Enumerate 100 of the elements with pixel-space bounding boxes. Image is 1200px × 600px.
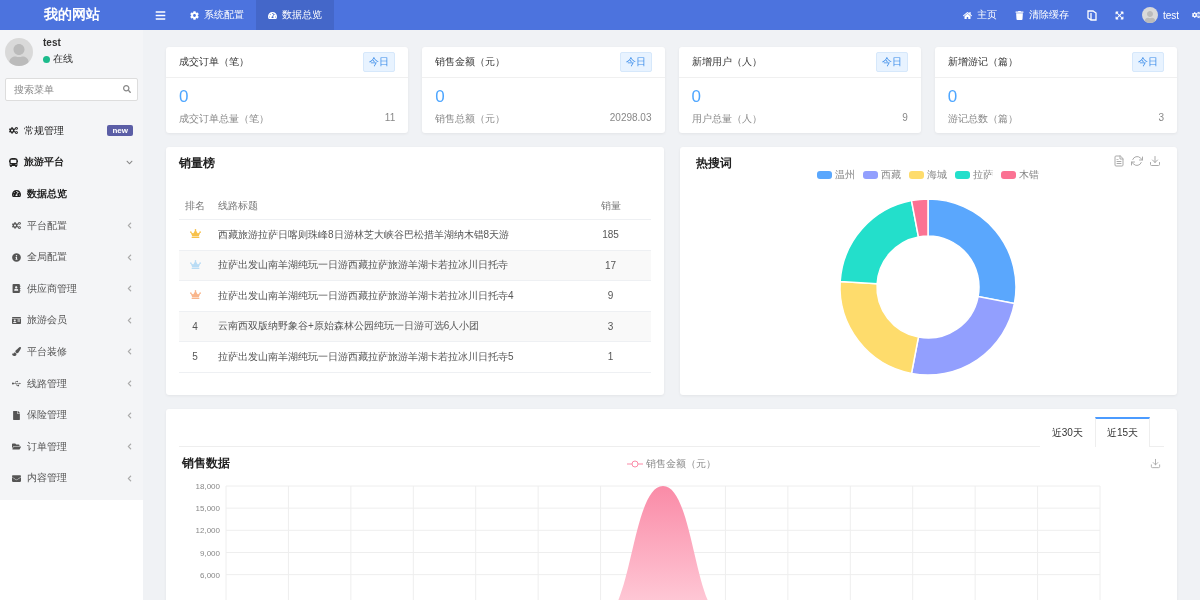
- book-icon: [1086, 9, 1097, 21]
- gears-icon: [9, 126, 18, 136]
- legend-item[interactable]: 温州: [817, 168, 856, 182]
- menu-icon: [155, 9, 166, 21]
- stat-value: 0: [178, 86, 190, 107]
- settings-icon: [1192, 10, 1200, 20]
- header-link[interactable]: 主页: [953, 0, 1006, 30]
- submenu-item[interactable]: 线路管理: [0, 367, 143, 400]
- total-label: 销售总额（元）: [435, 112, 506, 126]
- card-title: 热搜词: [695, 155, 732, 172]
- menu-item[interactable]: 旅游平台: [0, 146, 143, 179]
- legend-item[interactable]: 拉萨: [955, 168, 994, 182]
- y-axis-label: 18,000: [195, 482, 220, 491]
- table-cell-text: 17: [603, 259, 618, 271]
- table-cell-text: 3: [606, 320, 615, 332]
- new-badge: new: [107, 125, 133, 137]
- table-cell-text: 拉萨出发山南羊湖纯玩一日游西藏拉萨旅游羊湖卡若拉冰川日托寺: [217, 258, 509, 273]
- y-axis-label: 15,000: [195, 504, 220, 514]
- chevron-left-icon: [126, 443, 133, 451]
- address-book-icon: [12, 284, 21, 294]
- stat-value: 0: [690, 86, 702, 107]
- download-icon[interactable]: [1150, 458, 1161, 469]
- chevron-down-icon: [126, 158, 133, 166]
- total-label: 成交订单总量（笔）: [179, 112, 269, 126]
- column-header: 销量: [599, 198, 622, 213]
- avatar-icon: [5, 37, 33, 66]
- download-icon[interactable]: [1149, 155, 1161, 167]
- legend-marker-icon: [627, 459, 643, 468]
- refresh-icon[interactable]: [1131, 155, 1143, 167]
- chevron-left-icon: [126, 380, 133, 388]
- gauge-icon: [12, 189, 21, 199]
- chevron-left-icon: [126, 316, 133, 324]
- today-badge: 今日: [363, 52, 396, 72]
- usb-icon: [12, 379, 21, 389]
- table-cell-text: 云南西双版纳野象谷+原始森林公园纯玩一日游可选6人小团: [217, 319, 481, 334]
- rank-number: 4: [192, 320, 198, 332]
- chevron-left-icon: [126, 222, 133, 230]
- envelope-icon: [12, 473, 21, 483]
- header-link[interactable]: 清除缓存: [1005, 0, 1078, 30]
- submenu-item[interactable]: 保险管理: [0, 399, 143, 431]
- stat-value: 0: [434, 86, 446, 107]
- table-cell-text: 1: [606, 351, 615, 363]
- card-title: 销售数据: [182, 455, 231, 472]
- column-header: 排名: [184, 198, 206, 213]
- legend-item[interactable]: 西藏: [863, 168, 902, 182]
- table-cell-text: 拉萨出发山南羊湖纯玩一日游西藏拉萨旅游羊湖卡若拉冰川日托寺4: [217, 288, 515, 303]
- chevron-left-icon: [126, 411, 133, 419]
- bus-icon: [9, 157, 18, 167]
- legend-item[interactable]: 海城: [909, 168, 948, 182]
- chevron-left-icon: [126, 474, 133, 482]
- submenu-item[interactable]: 内容管理: [0, 462, 143, 495]
- column-header: 线路标题: [217, 198, 259, 213]
- submenu-item[interactable]: 旅游会员: [0, 304, 143, 337]
- stat-value: 0: [946, 86, 959, 107]
- table-cell-text: 9: [606, 290, 615, 302]
- trash-icon: [1014, 10, 1024, 20]
- folder-icon: [12, 442, 21, 452]
- info-icon: [12, 252, 21, 262]
- stat-title: 新增用户（人）: [691, 55, 762, 69]
- fullscreen-icon: [1114, 10, 1124, 20]
- chevron-left-icon: [126, 285, 133, 293]
- today-badge: 今日: [875, 52, 908, 72]
- submenu-item[interactable]: 订单管理: [0, 430, 143, 463]
- legend-item[interactable]: 木错: [1001, 168, 1040, 182]
- table-cell-text: 拉萨出发山南羊湖纯玩一日游西藏拉萨旅游羊湖卡若拉冰川日托寺5: [217, 349, 515, 364]
- legend-item[interactable]: 销售金额（元）: [627, 456, 1150, 471]
- submenu-item[interactable]: 数据总览: [0, 178, 143, 210]
- rank-number: 5: [192, 351, 198, 363]
- search-field[interactable]: 搜索菜单: [5, 78, 138, 101]
- nav-tab[interactable]: 系统配置: [178, 0, 256, 30]
- avatar-icon: [1141, 7, 1158, 23]
- range-tab[interactable]: 近15天: [1094, 417, 1150, 447]
- y-axis-label: 6,000: [199, 570, 220, 580]
- y-axis-label: 9,000: [199, 548, 220, 558]
- submenu-item[interactable]: 平台装修: [0, 336, 143, 368]
- card-title: 销量榜: [179, 155, 216, 172]
- total-label: 游记总数（篇）: [947, 112, 1018, 126]
- id-card-icon: [12, 315, 21, 325]
- total-label: 用户总量（人）: [691, 112, 762, 126]
- document-icon[interactable]: [1113, 155, 1125, 167]
- y-axis-label: 12,000: [195, 526, 220, 536]
- menu-item[interactable]: 常规管理 new: [0, 115, 143, 147]
- nav-tab[interactable]: 数据总览: [256, 0, 334, 30]
- gauge-icon: [268, 10, 277, 20]
- total-value: 3: [1158, 112, 1164, 125]
- stat-title: 成交订单（笔）: [179, 55, 249, 69]
- stat-title: 销售金额（元）: [435, 55, 506, 69]
- gears-icon: [12, 221, 21, 231]
- submenu-item[interactable]: 平台配置: [0, 209, 143, 242]
- user-menu[interactable]: test: [1132, 0, 1188, 30]
- chevron-left-icon: [126, 253, 133, 261]
- home-icon: [962, 10, 972, 20]
- search-icon: [123, 85, 131, 93]
- submenu-item[interactable]: 供应商管理: [0, 272, 143, 305]
- gear-icon: [190, 10, 199, 20]
- site-title: 我的网站: [42, 5, 101, 24]
- submenu-item[interactable]: 全局配置: [0, 241, 143, 273]
- total-value: 9: [902, 112, 908, 125]
- total-value: 20298.03: [609, 112, 652, 125]
- stat-title: 新增游记（篇）: [947, 55, 1018, 69]
